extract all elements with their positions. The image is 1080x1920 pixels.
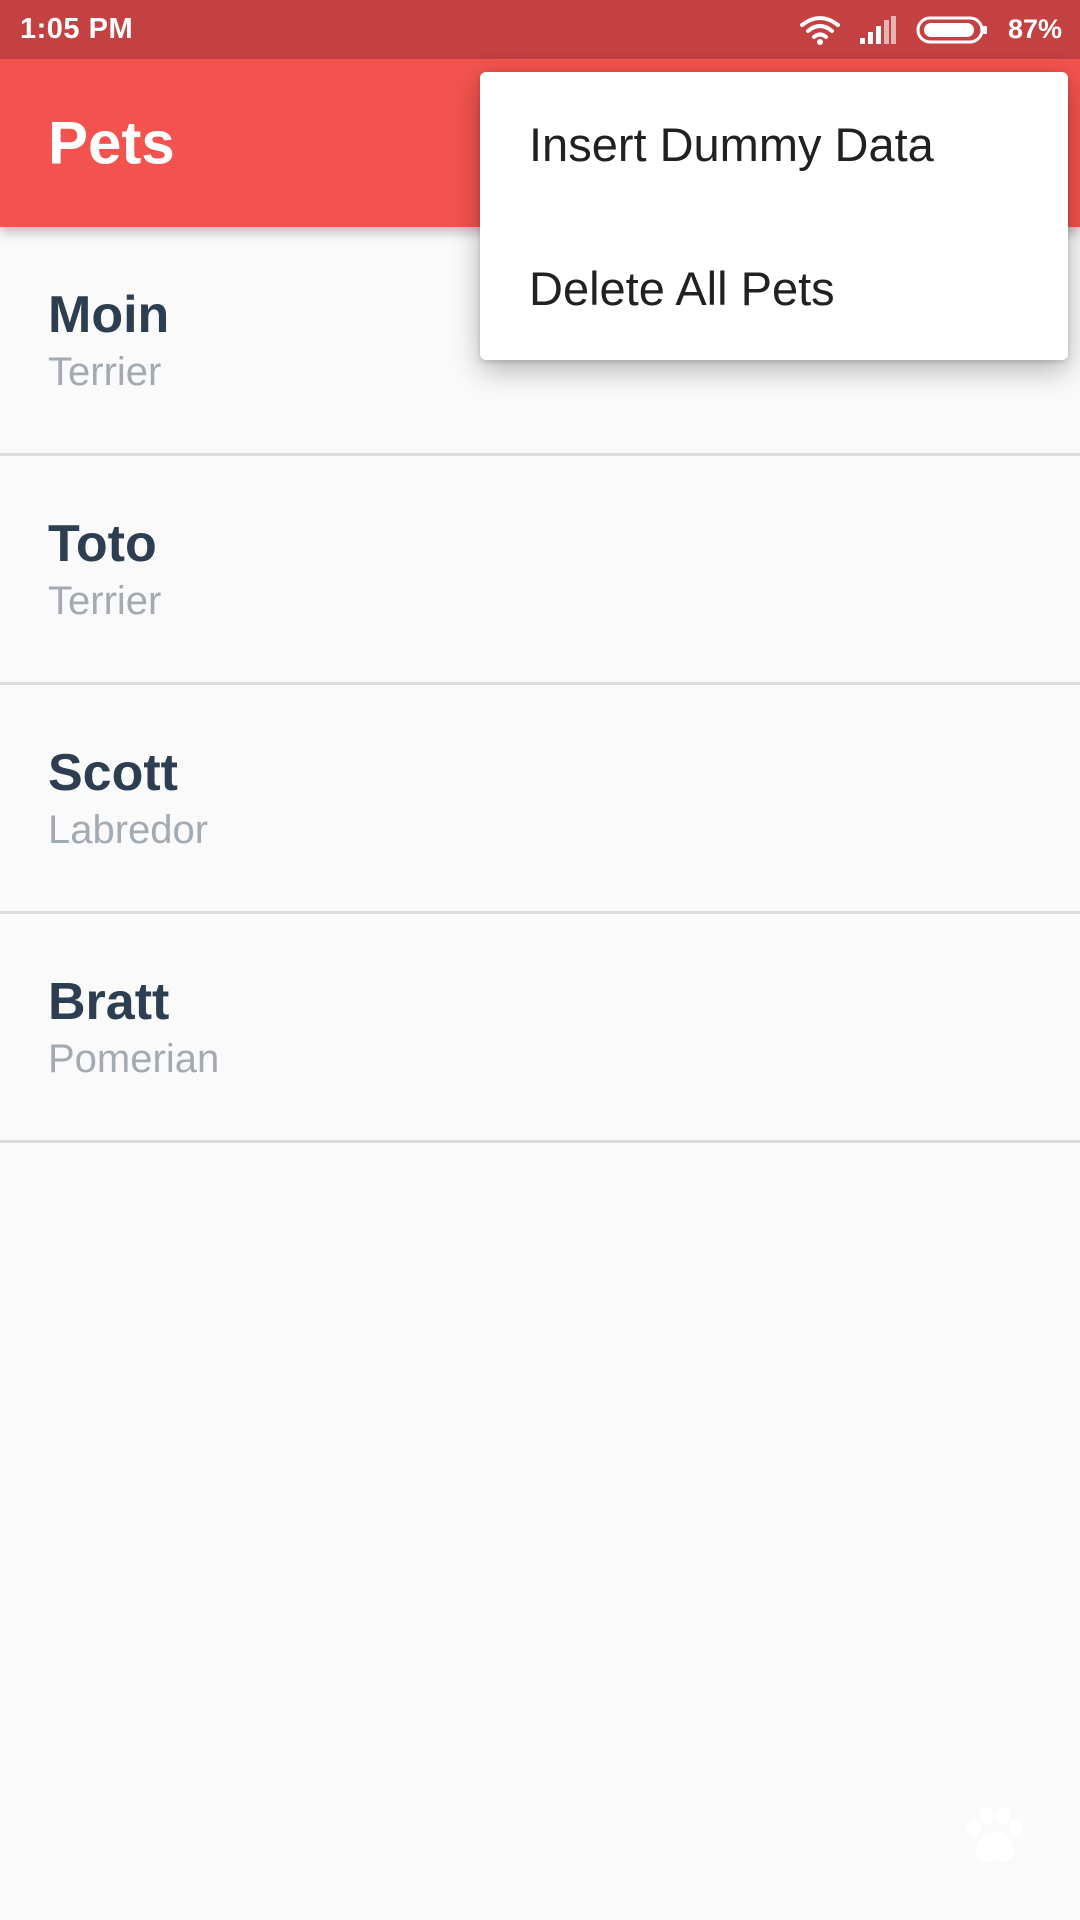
paw-icon[interactable] [960, 1800, 1030, 1870]
list-item[interactable]: Toto Terrier [0, 456, 1080, 685]
menu-item-delete-all-pets[interactable]: Delete All Pets [480, 216, 1068, 360]
status-time: 1:05 PM [20, 13, 134, 45]
overflow-menu: Insert Dummy Data Delete All Pets [480, 72, 1068, 360]
battery-icon [916, 15, 988, 45]
pet-list: Moin Terrier Toto Terrier Scott Labredor… [0, 227, 1080, 1143]
pet-name: Scott [48, 743, 178, 802]
pet-breed: Pomerian [48, 1037, 220, 1082]
signal-icon [859, 15, 896, 44]
list-item[interactable]: Bratt Pomerian [0, 914, 1080, 1143]
pet-breed: Terrier [48, 579, 162, 624]
pet-breed: Labredor [48, 808, 209, 853]
status-bar: 1:05 PM 87% [0, 0, 1080, 59]
wifi-icon [799, 15, 840, 45]
page-title: Pets [48, 109, 175, 177]
list-item[interactable]: Scott Labredor [0, 685, 1080, 914]
pet-name: Bratt [48, 972, 170, 1031]
menu-item-insert-dummy-data[interactable]: Insert Dummy Data [480, 72, 1068, 216]
battery-percent: 87% [1007, 14, 1062, 44]
pet-name: Toto [48, 514, 157, 573]
status-icons: 87% [799, 14, 1062, 45]
